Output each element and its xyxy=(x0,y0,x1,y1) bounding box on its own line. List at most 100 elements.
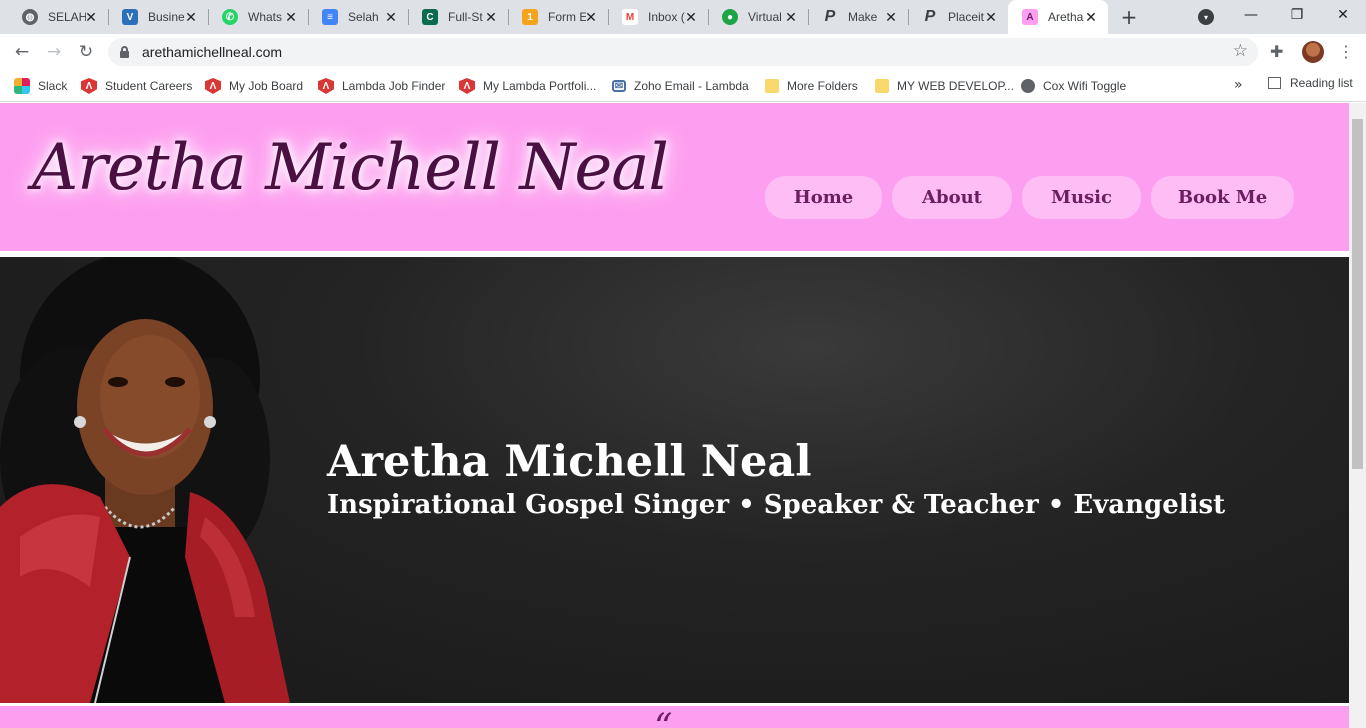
close-tab-icon[interactable]: ✕ xyxy=(884,9,898,25)
p-logo-icon: P xyxy=(824,8,836,25)
bookmark-label: Zoho Email - Lambda xyxy=(634,79,749,93)
close-tab-icon[interactable]: ✕ xyxy=(384,9,398,25)
bookmark-label: Cox Wifi Toggle xyxy=(1043,79,1127,93)
close-window-icon[interactable]: ✕ xyxy=(1320,0,1366,30)
p-logo-icon: P xyxy=(924,8,936,25)
google-docs-icon: ≡ xyxy=(322,9,338,25)
restore-icon[interactable]: ❐ xyxy=(1274,0,1320,30)
lambda-icon: Λ xyxy=(205,78,221,94)
close-tab-icon[interactable]: ✕ xyxy=(784,9,798,25)
profile-avatar[interactable] xyxy=(1302,41,1324,63)
address-bar[interactable]: arethamichellneal.com ☆ xyxy=(108,38,1258,66)
slack-icon xyxy=(14,78,30,94)
scrollbar-thumb[interactable] xyxy=(1352,119,1363,469)
bookmark-label: MY WEB DEVELOP... xyxy=(897,79,1014,93)
bookmark-label: My Job Board xyxy=(229,79,304,93)
tab-title: Selah xyxy=(348,10,379,24)
new-tab-button[interactable]: + xyxy=(1118,5,1140,29)
bookmark-lambda-portfolio[interactable]: Λ My Lambda Portfoli... xyxy=(459,76,596,96)
nav-home[interactable]: Home xyxy=(765,176,882,219)
close-tab-icon[interactable]: ✕ xyxy=(984,9,998,25)
hero-title: Aretha Michell Neal xyxy=(327,437,812,487)
reading-list-icon xyxy=(1268,77,1281,89)
bookmark-label: Lambda Job Finder xyxy=(342,79,446,93)
tab-virtual[interactable]: ● Virtual ✕ xyxy=(708,0,808,34)
extensions-icon[interactable]: ✚ xyxy=(1270,42,1283,61)
close-tab-icon[interactable]: ✕ xyxy=(484,9,498,25)
bookmark-label: Slack xyxy=(38,79,68,93)
tab-inbox[interactable]: M Inbox ( ✕ xyxy=(608,0,708,34)
page-scrollbar[interactable] xyxy=(1349,103,1366,728)
bookmark-label: Student Careers xyxy=(105,79,193,93)
forward-icon[interactable]: → xyxy=(42,40,66,64)
bookmark-my-job-board[interactable]: Λ My Job Board xyxy=(205,76,303,96)
bookmarks-overflow-icon[interactable]: » xyxy=(1234,77,1243,93)
tab-selah[interactable]: ◍ SELAH ✕ xyxy=(8,0,108,34)
tab-form[interactable]: 1 Form E ✕ xyxy=(508,0,608,34)
gmail-icon: M xyxy=(622,9,638,25)
site-logo[interactable]: Aretha Michell Neal xyxy=(32,131,669,205)
bookmark-student-careers[interactable]: Λ Student Careers xyxy=(81,76,192,96)
bookmarks-bar: Slack Λ Student Careers Λ My Job Board Λ… xyxy=(0,70,1366,102)
minimize-icon[interactable]: — xyxy=(1228,0,1274,30)
lambda-icon: Λ xyxy=(318,78,334,94)
close-tab-icon[interactable]: ✕ xyxy=(84,9,98,25)
tab-title: Form E xyxy=(548,10,586,24)
menu-kebab-icon[interactable]: ⋮ xyxy=(1338,42,1354,61)
next-section: “ xyxy=(0,706,1349,728)
lambda-icon: Λ xyxy=(81,78,97,94)
site-header: Aretha Michell Neal Home About Music Boo… xyxy=(0,103,1349,254)
lambda-icon: Λ xyxy=(459,78,475,94)
bookmark-more-folders[interactable]: More Folders xyxy=(765,76,858,96)
folder-icon xyxy=(765,79,779,93)
tab-title: Aretha xyxy=(1048,10,1084,24)
bookmark-label: My Lambda Portfoli... xyxy=(483,79,597,93)
page-viewport: Aretha Michell Neal Home About Music Boo… xyxy=(0,103,1366,728)
bookmark-star-icon[interactable]: ☆ xyxy=(1233,41,1248,61)
hero-banner: Aretha Michell Neal Inspirational Gospel… xyxy=(0,257,1349,703)
tab-title: Whats xyxy=(248,10,283,24)
tab-title: Virtual xyxy=(748,10,782,24)
tab-title: Busine xyxy=(148,10,185,24)
nav-music[interactable]: Music xyxy=(1022,176,1141,219)
url-text[interactable]: arethamichellneal.com xyxy=(142,44,282,60)
whatsapp-icon: ✆ xyxy=(222,9,238,25)
tab-search-icon[interactable]: ▾ xyxy=(1198,9,1214,25)
back-icon[interactable]: ← xyxy=(10,40,34,64)
hero-subtitle: Inspirational Gospel Singer • Speaker & … xyxy=(327,490,1226,520)
bookmark-web-develop[interactable]: MY WEB DEVELOP... xyxy=(875,76,1014,96)
nav-about[interactable]: About xyxy=(892,176,1012,219)
close-tab-icon[interactable]: ✕ xyxy=(1084,9,1098,25)
folder-icon xyxy=(875,79,889,93)
bookmark-zoho-email[interactable]: ✉ Zoho Email - Lambda xyxy=(612,76,749,96)
close-tab-icon[interactable]: ✕ xyxy=(184,9,198,25)
reload-icon[interactable]: ↻ xyxy=(74,40,98,64)
tab-title: Full-St xyxy=(448,10,483,24)
tab-make[interactable]: P Make ✕ xyxy=(808,0,908,34)
close-tab-icon[interactable]: ✕ xyxy=(284,9,298,25)
tab-full-stack[interactable]: C Full-St ✕ xyxy=(408,0,508,34)
tab-aretha-active[interactable]: A Aretha ✕ xyxy=(1008,0,1108,34)
tab-business[interactable]: V Busine ✕ xyxy=(108,0,208,34)
tab-title: Placeit xyxy=(948,10,985,24)
nav-book-me[interactable]: Book Me xyxy=(1151,176,1294,219)
lock-icon[interactable] xyxy=(120,46,129,58)
hero-portrait-photo xyxy=(0,257,290,703)
tab-selah-doc[interactable]: ≡ Selah ✕ xyxy=(308,0,408,34)
form-builder-icon: 1 xyxy=(522,9,538,25)
bookmark-lambda-job-finder[interactable]: Λ Lambda Job Finder xyxy=(318,76,445,96)
site-favicon-icon: A xyxy=(1022,9,1038,25)
tab-title: Make xyxy=(848,10,878,24)
globe-icon xyxy=(1021,79,1035,93)
browser-toolbar: ← → ↻ arethamichellneal.com ☆ ✚ ⋮ xyxy=(0,34,1366,70)
c-logo-icon: C xyxy=(422,9,438,25)
tab-whatsapp[interactable]: ✆ Whats ✕ xyxy=(208,0,308,34)
close-tab-icon[interactable]: ✕ xyxy=(584,9,598,25)
bookmark-cox-wifi[interactable]: Cox Wifi Toggle xyxy=(1021,76,1126,96)
bookmark-slack[interactable]: Slack xyxy=(14,76,67,96)
reading-list-button[interactable]: Reading list xyxy=(1268,76,1353,90)
mic-icon: ● xyxy=(722,9,738,25)
tab-placeit[interactable]: P Placeit ✕ xyxy=(908,0,1008,34)
close-tab-icon[interactable]: ✕ xyxy=(684,9,698,25)
quote-mark-icon: “ xyxy=(654,707,673,728)
